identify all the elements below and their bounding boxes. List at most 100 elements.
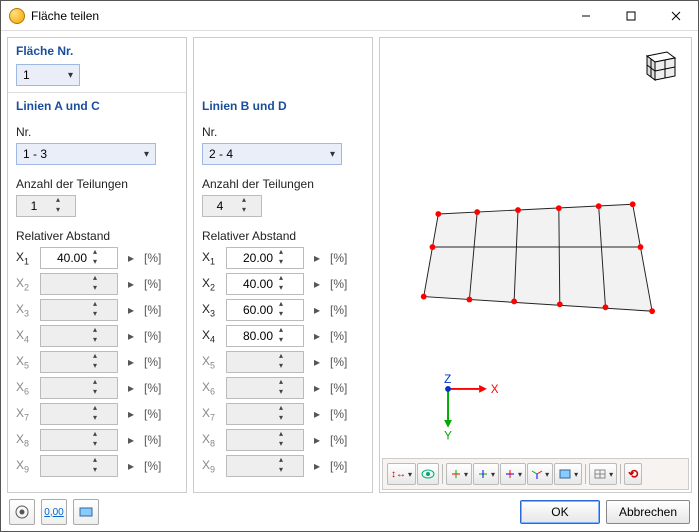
rel-distance-row: X2▴▾▸[%] [16,273,178,295]
unit-label: [%] [144,459,166,473]
rel-distance-input[interactable]: ▴▾ [40,247,118,269]
divisions-bd-value[interactable] [203,198,237,214]
rel-distance-value[interactable] [227,328,275,344]
view-x-button[interactable]: ▾ [446,463,472,485]
row-label: X4 [202,328,220,344]
row-label: X7 [16,406,34,422]
rel-distance-input: ▴▾ [226,403,304,425]
ok-button[interactable]: OK [520,500,600,524]
spin-down-icon: ▾ [89,336,101,346]
dialog-footer: 0,00 OK Abbrechen [1,493,698,531]
unit-label: [%] [330,329,352,343]
rel-distance-value [41,380,89,396]
render-options-button[interactable] [73,499,99,525]
divisions-ac-value[interactable] [17,198,51,214]
lines-ac-combo[interactable]: 1 - 3 ▾ [16,143,156,165]
rel-distance-row: X8▴▾▸[%] [202,429,364,451]
rel-distance-row: X9▴▾▸[%] [202,455,364,477]
header-lines-ac: Linien A und C [8,93,186,117]
rel-distance-input[interactable]: ▴▾ [226,299,304,321]
view-y-button[interactable]: ▾ [473,463,499,485]
spin-down-icon[interactable]: ▾ [275,310,287,320]
view-z-button[interactable]: ▾ [500,463,526,485]
row-label: X4 [16,328,34,344]
view-render-button[interactable]: ▾ [554,463,582,485]
rel-distance-row: X7▴▾▸[%] [16,403,178,425]
spin-down-icon: ▾ [89,414,101,424]
rel-distance-value[interactable] [227,302,275,318]
close-button[interactable] [653,1,698,30]
rel-distance-input[interactable]: ▴▾ [226,325,304,347]
rel-distance-input[interactable]: ▴▾ [226,273,304,295]
chevron-down-icon: ▾ [68,70,73,81]
spin-down-icon[interactable]: ▾ [275,336,287,346]
maximize-button[interactable] [608,1,653,30]
pick-icon: ▸ [310,455,324,477]
minimize-button[interactable] [563,1,608,30]
svg-text:Y: Y [444,429,452,442]
content-area: Fläche Nr. 1 ▾ Linien A und C Nr. 1 - 3 … [1,31,698,493]
unit-label: [%] [144,277,166,291]
spin-down-icon[interactable]: ▾ [89,258,101,268]
unit-label: [%] [144,329,166,343]
lines-bd-combo[interactable]: 2 - 4 ▾ [202,143,342,165]
row-label: X8 [202,432,220,448]
header-lines-bd: Linien B und D [194,93,372,117]
window-buttons [563,1,698,30]
titlebar: Fläche teilen [1,1,698,31]
svg-text:Z: Z [444,373,451,386]
row-label: X1 [202,250,220,266]
pick-icon[interactable]: ▸ [310,273,324,295]
divisions-ac-spinner[interactable]: ▴▾ [16,195,76,217]
rel-distance-value[interactable] [227,276,275,292]
spin-down-icon: ▾ [89,362,101,372]
view-show-button[interactable] [417,463,439,485]
pick-icon[interactable]: ▸ [124,247,138,269]
spin-down-icon: ▾ [89,310,101,320]
divisions-bd-spinner[interactable]: ▴▾ [202,195,262,217]
rel-rows-ac: X1▴▾▸[%]X2▴▾▸[%]X3▴▾▸[%]X4▴▾▸[%]X5▴▾▸[%]… [16,247,178,477]
rel-distance-row: X1 ▴▾ ▸ [%] [202,247,364,269]
preview-viewport[interactable]: X Y Z [380,38,691,458]
label-div-bd: Anzahl der Teilungen [202,177,364,191]
view-wire-button[interactable]: ▾ [589,463,617,485]
row-label: X2 [16,276,34,292]
pick-icon[interactable]: ▸ [310,325,324,347]
pick-icon: ▸ [124,273,138,295]
spin-down-icon[interactable]: ▾ [237,206,251,216]
rel-distance-value[interactable] [41,250,89,266]
unit-label: [%] [330,251,352,265]
rel-distance-value [227,432,275,448]
help-button[interactable] [9,499,35,525]
panel-lines-bd: Linien B und D Nr. 2 - 4 ▾ Anzahl der Te… [193,37,373,493]
spin-down-icon[interactable]: ▾ [275,258,287,268]
rel-distance-value [41,328,89,344]
cancel-button[interactable]: Abbrechen [606,500,690,524]
spin-down-icon: ▾ [89,466,101,476]
chevron-down-icon: ▾ [330,149,335,160]
pick-icon[interactable]: ▸ [310,299,324,321]
units-button[interactable]: 0,00 [41,499,67,525]
rel-distance-value [227,380,275,396]
unit-label: [%] [330,381,352,395]
unit-label: [%] [330,459,352,473]
rel-distance-value [227,354,275,370]
rel-distance-input[interactable]: ▴▾ [226,247,304,269]
rel-distance-input: ▴▾ [226,377,304,399]
nav-cube-icon[interactable] [641,44,681,84]
surface-no-combo[interactable]: 1 ▾ [16,64,80,86]
row-label: X9 [16,458,34,474]
pick-icon[interactable]: ▸ [310,247,324,269]
view-dimension-button[interactable]: ↕↔▾ [387,463,416,485]
unit-label: [%] [144,407,166,421]
pick-icon: ▸ [124,325,138,347]
app-icon [9,8,25,24]
spin-down-icon[interactable]: ▾ [51,206,65,216]
rel-distance-value [41,354,89,370]
view-reset-button[interactable]: ⟲ [624,463,642,485]
view-iso-button[interactable]: ▾ [527,463,553,485]
rel-distance-value [41,432,89,448]
rel-distance-value[interactable] [227,250,275,266]
spin-down-icon[interactable]: ▾ [275,284,287,294]
label-rel-bd: Relativer Abstand [202,229,364,243]
